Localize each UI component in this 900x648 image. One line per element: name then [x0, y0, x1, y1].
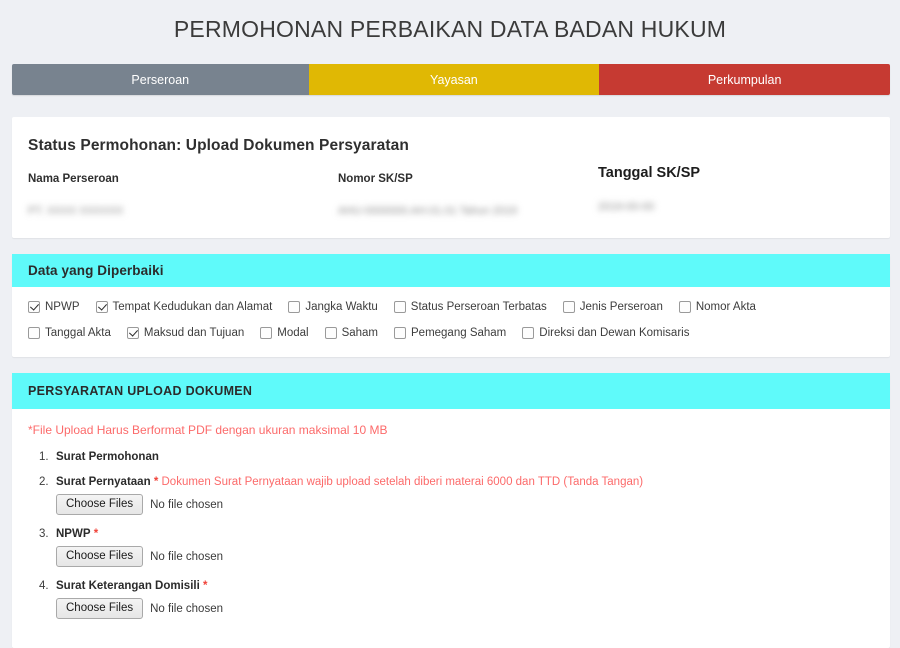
checkbox-direksi-dan-dewan-komisaris-box[interactable] — [522, 327, 535, 339]
checkbox-jangka-waktu[interactable]: Jangka Waktu — [288, 301, 378, 313]
checkbox-nomor-akta-box[interactable] — [678, 301, 691, 313]
checkbox-npwp[interactable]: NPWP — [28, 301, 80, 313]
checkbox-direksi-dan-dewan-komisaris[interactable]: Direksi dan Dewan Komisaris — [522, 327, 689, 339]
checkbox-status-perseroan-terbatas-box[interactable] — [393, 301, 406, 313]
file-status-label: No file chosen — [150, 498, 223, 511]
checkbox-maksud-dan-tujuan-box[interactable] — [126, 327, 139, 339]
document-item-surat-pernyataan: Surat Pernyataan * Dokumen Surat Pernyat… — [39, 476, 874, 515]
field-nama-perseroan-label: Nama Perseroan — [28, 173, 119, 185]
checkbox-jenis-perseroan-label: Jenis Perseroan — [579, 301, 663, 313]
checkbox-jenis-perseroan[interactable]: Jenis Perseroan — [562, 301, 663, 313]
checkbox-status-perseroan-terbatas-label: Status Perseroan Terbatas — [410, 301, 547, 313]
file-input-surat-keterangan-domisili[interactable]: Choose Files No file chosen — [56, 598, 874, 619]
document-title: Surat Permohonan — [56, 451, 159, 463]
tab-yayasan-label: Yayasan — [430, 72, 478, 87]
persyaratan-upload-dokumen-card: PERSYARATAN UPLOAD DOKUMEN *File Upload … — [12, 373, 890, 648]
field-nama-perseroan-value: PT. XXXX XXXXXX — [28, 205, 124, 217]
field-nomor-sk-sp-label: Nomor SK/SP — [338, 173, 413, 185]
checkbox-modal-label: Modal — [277, 327, 309, 339]
checkbox-modal[interactable]: Modal — [260, 327, 309, 339]
tab-perkumpulan[interactable]: Perkumpulan — [599, 64, 890, 95]
file-input-surat-pernyataan[interactable]: Choose Files No file chosen — [56, 494, 874, 515]
checkbox-tanggal-akta-label: Tanggal Akta — [45, 327, 111, 339]
checkbox-pemegang-saham-box[interactable] — [394, 327, 406, 339]
tab-perseroan[interactable]: Perseroan — [12, 64, 309, 95]
checkbox-pemegang-saham-label: Pemegang Saham — [411, 327, 507, 339]
field-nomor-sk-sp: Nomor SK/SP AHU-0000000.AH.01.01 Tahun 2… — [338, 173, 598, 218]
persyaratan-upload-dokumen-header: PERSYARATAN UPLOAD DOKUMEN — [12, 373, 890, 409]
document-title: Surat Keterangan Domisili — [56, 580, 200, 592]
field-tanggal-sk-sp-label: Tanggal SK/SP — [598, 165, 701, 181]
field-nama-perseroan: Nama Perseroan PT. XXXX XXXXXX — [28, 173, 338, 218]
data-yang-diperbaiki-card: Data yang Diperbaiki NPWP Tempat Keduduk… — [12, 254, 890, 357]
checkbox-tanggal-akta-box[interactable] — [28, 327, 40, 339]
tab-perkumpulan-label: Perkumpulan — [707, 72, 782, 87]
tab-yayasan[interactable]: Yayasan — [308, 64, 600, 95]
checkbox-jangka-waktu-label: Jangka Waktu — [305, 301, 378, 313]
persyaratan-upload-dokumen-body: *File Upload Harus Berformat PDF dengan … — [12, 409, 890, 648]
document-title: Surat Pernyataan — [56, 476, 151, 488]
choose-files-button[interactable]: Choose Files — [56, 494, 144, 515]
checkbox-status-perseroan-terbatas[interactable]: Status Perseroan Terbatas — [393, 301, 547, 313]
upload-format-notice: *File Upload Harus Berformat PDF dengan … — [28, 423, 388, 437]
document-title: NPWP — [56, 528, 91, 540]
document-item-surat-permohonan: Surat Permohonan — [39, 451, 874, 463]
checkbox-maksud-dan-tujuan[interactable]: Maksud dan Tujuan — [126, 327, 245, 339]
checkbox-saham-label: Saham — [341, 327, 378, 339]
checkbox-nomor-akta[interactable]: Nomor Akta — [678, 301, 756, 313]
choose-files-button[interactable]: Choose Files — [56, 598, 144, 619]
file-status-label: No file chosen — [150, 602, 223, 615]
checkbox-maksud-dan-tujuan-label: Maksud dan Tujuan — [143, 327, 245, 339]
checkbox-saham[interactable]: Saham — [324, 327, 378, 339]
status-permohonan-heading: Status Permohonan: Upload Dokumen Persya… — [28, 137, 409, 154]
checkbox-direksi-dan-dewan-komisaris-label: Direksi dan Dewan Komisaris — [539, 327, 690, 339]
checkbox-saham-box[interactable] — [324, 327, 337, 339]
page-title: PERMOHONAN PERBAIKAN DATA BADAN HUKUM — [173, 16, 727, 42]
required-asterisk-icon: * — [93, 528, 99, 540]
checkbox-jangka-waktu-box[interactable] — [288, 301, 301, 313]
field-nomor-sk-sp-value: AHU-0000000.AH.01.01 Tahun 2019 — [338, 205, 517, 217]
data-yang-diperbaiki-header: Data yang Diperbaiki — [12, 254, 890, 287]
tab-perseroan-label: Perseroan — [131, 72, 190, 87]
document-item-npwp: NPWP * Choose Files No file chosen — [39, 528, 874, 567]
checkbox-modal-box[interactable] — [260, 327, 273, 339]
checkbox-tempat-kedudukan-dan-alamat[interactable]: Tempat Kedudukan dan Alamat — [95, 301, 273, 313]
checkbox-npwp-label: NPWP — [45, 301, 80, 313]
checkbox-tempat-kedudukan-dan-alamat-label: Tempat Kedudukan dan Alamat — [112, 301, 273, 313]
field-tanggal-sk-sp: Tanggal SK/SP 2019-00-00 — [598, 165, 838, 218]
checkbox-row: NPWP Tempat Kedudukan dan Alamat Jangka … — [28, 301, 874, 313]
document-list: Surat Permohonan Surat Pernyataan * Doku… — [28, 451, 874, 619]
document-hint: Dokumen Surat Pernyataan wajib upload se… — [161, 476, 644, 488]
checkbox-tanggal-akta[interactable]: Tanggal Akta — [28, 327, 111, 339]
checkbox-pemegang-saham[interactable]: Pemegang Saham — [394, 327, 506, 339]
file-status-label: No file chosen — [150, 550, 223, 563]
status-permohonan-card: Status Permohonan: Upload Dokumen Persya… — [12, 117, 890, 238]
document-item-surat-keterangan-domisili: Surat Keterangan Domisili * Choose Files… — [39, 580, 874, 619]
entity-type-tabs: Perseroan Yayasan Perkumpulan — [12, 64, 890, 95]
required-asterisk-icon: * — [203, 580, 208, 592]
required-asterisk-icon: * — [153, 476, 159, 488]
field-tanggal-sk-sp-value: 2019-00-00 — [598, 201, 655, 213]
status-fields: Nama Perseroan PT. XXXX XXXXXX Nomor SK/… — [12, 165, 890, 218]
choose-files-button[interactable]: Choose Files — [56, 546, 144, 567]
checkbox-npwp-box[interactable] — [28, 301, 40, 313]
data-yang-diperbaiki-body: NPWP Tempat Kedudukan dan Alamat Jangka … — [12, 287, 890, 357]
checkbox-row: Tanggal Akta Maksud dan Tujuan Modal Sah… — [28, 327, 874, 339]
file-input-npwp[interactable]: Choose Files No file chosen — [56, 546, 874, 567]
checkbox-tempat-kedudukan-dan-alamat-box[interactable] — [95, 301, 108, 313]
checkbox-nomor-akta-label: Nomor Akta — [695, 301, 756, 313]
checkbox-jenis-perseroan-box[interactable] — [562, 301, 575, 313]
